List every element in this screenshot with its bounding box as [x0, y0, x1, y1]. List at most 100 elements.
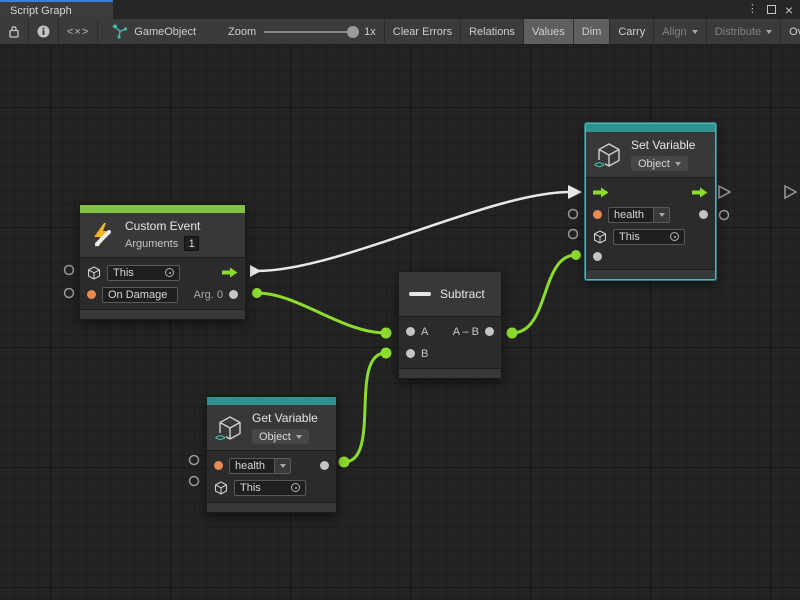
node-title: Subtract	[440, 287, 485, 302]
scope-dropdown[interactable]: Object	[631, 156, 688, 171]
b-port-dot[interactable]	[406, 349, 415, 358]
overview-button[interactable]: Overv	[781, 19, 800, 44]
code-view-button[interactable]: <×>	[59, 19, 97, 44]
lock-button[interactable]	[0, 19, 28, 44]
carry-button[interactable]: Carry	[610, 19, 653, 44]
a-port-dot[interactable]	[406, 327, 415, 336]
wire-control-custom-event-to-set-variable[interactable]	[257, 192, 570, 271]
port-circle-setvariable-target[interactable]	[569, 230, 578, 239]
custom-event-ports: This On Damage Arg. 0	[80, 258, 245, 309]
a-port-label: A	[421, 326, 428, 338]
flow-output-arrow-icon[interactable]	[222, 267, 238, 278]
variable-name-value: health	[608, 207, 654, 223]
variable-name-dropdown[interactable]: health	[229, 458, 291, 474]
port-circle-customevent-target[interactable]	[65, 266, 74, 275]
b-port-label: B	[421, 348, 428, 360]
cube-icon	[87, 266, 101, 280]
arg0-port-dot[interactable]	[229, 290, 238, 299]
port-circle-customevent-name[interactable]	[65, 289, 74, 298]
variable-name-value: health	[229, 458, 275, 474]
arguments-value-field[interactable]: 1	[184, 236, 199, 251]
object-picker-icon[interactable]	[165, 268, 174, 277]
scope-value: Object	[638, 158, 670, 170]
subtract-ports: A A – B B	[399, 317, 501, 368]
target-value: This	[240, 482, 261, 494]
variable-name-dropdown[interactable]: health	[608, 207, 670, 223]
gameobject-label: GameObject	[134, 26, 196, 38]
flow-output-arrow-icon[interactable]	[692, 187, 708, 198]
scope-dropdown[interactable]: Object	[252, 429, 309, 444]
caret-down-icon	[659, 213, 665, 217]
target-field[interactable]: This	[107, 265, 180, 281]
zoom-label: Zoom	[228, 26, 256, 38]
relations-button[interactable]: Relations	[461, 19, 523, 44]
variable-name-row: health	[207, 456, 336, 475]
port-circle-getvariable-target[interactable]	[190, 477, 199, 486]
value-port-dot[interactable]	[214, 461, 223, 470]
port-circle-setvariable-name[interactable]	[569, 210, 578, 219]
flow-input-arrow-icon[interactable]	[593, 187, 609, 198]
port-dot-subtract-a-in[interactable]	[381, 328, 392, 339]
output-port-label: A – B	[453, 326, 479, 338]
value-port-dot[interactable]	[87, 290, 96, 299]
port-dot-getvariable-out[interactable]	[339, 457, 350, 468]
port-triangle-offscreen[interactable]	[785, 186, 796, 198]
close-icon[interactable]: ×	[785, 3, 793, 17]
graph-icon	[112, 24, 128, 39]
port-circle-getvariable-name[interactable]	[190, 456, 199, 465]
node-title: Custom Event	[125, 219, 200, 234]
wire-value-getvariable-to-subtract-b[interactable]	[344, 353, 386, 462]
zoom-slider[interactable]	[264, 31, 356, 33]
zoom-slider-thumb[interactable]	[347, 26, 359, 38]
wire-value-subtract-to-setvariable[interactable]	[512, 255, 576, 333]
port-dot-subtract-b-in[interactable]	[381, 348, 392, 359]
align-label: Align	[662, 26, 686, 38]
caret-down-icon	[296, 435, 302, 439]
object-picker-icon[interactable]	[670, 232, 679, 241]
scope-value: Object	[259, 431, 291, 443]
port-dot-setvariable-value-in[interactable]	[571, 250, 581, 260]
port-dot-subtract-out[interactable]	[507, 328, 518, 339]
info-button[interactable]	[29, 19, 58, 44]
port-dot-arg0-out[interactable]	[252, 288, 262, 298]
align-dropdown[interactable]: Align	[654, 19, 705, 44]
value-port-dot[interactable]	[593, 210, 602, 219]
node-footer	[80, 309, 245, 319]
maximize-icon[interactable]	[767, 5, 776, 14]
target-field[interactable]: This	[234, 480, 306, 496]
object-picker-icon[interactable]	[291, 483, 300, 492]
dropdown-button[interactable]	[275, 458, 291, 474]
value-out-port-dot[interactable]	[699, 210, 708, 219]
target-field[interactable]: This	[613, 229, 685, 245]
dropdown-button[interactable]	[654, 207, 670, 223]
window-menu-icon[interactable]: ⋮	[747, 4, 758, 15]
cube-icon	[593, 230, 607, 244]
control-output-triangle[interactable]	[250, 265, 261, 277]
gameobject-reference[interactable]: GameObject	[112, 24, 196, 39]
arg0-label: Arg. 0	[194, 289, 223, 301]
graph-toolbar: <×> GameObject Zoom 1x Clear Errors Rela…	[0, 19, 800, 45]
port-circle-setvariable-value-out[interactable]	[720, 211, 729, 220]
wire-value-arg0-to-subtract-a[interactable]	[257, 293, 386, 333]
node-footer	[399, 368, 501, 378]
node-footer	[207, 502, 336, 512]
custom-event-header: Custom Event Arguments 1	[80, 213, 245, 258]
event-name-field[interactable]: On Damage	[102, 287, 178, 303]
output-port-dot[interactable]	[485, 327, 494, 336]
value-out-port-dot[interactable]	[320, 461, 329, 470]
variable-brackets-icon: <>	[214, 433, 226, 444]
set-variable-header: <> Set Variable Object	[586, 132, 715, 178]
port-triangle-setvariable-flow-out[interactable]	[719, 186, 730, 198]
flow-port-row	[586, 183, 715, 202]
clear-errors-button[interactable]: Clear Errors	[385, 19, 460, 44]
value-in-port-dot[interactable]	[593, 252, 602, 261]
get-variable-node[interactable]: <> Get Variable Object health	[206, 396, 337, 513]
distribute-dropdown[interactable]: Distribute	[707, 19, 780, 44]
subtract-node[interactable]: Subtract A A – B B	[398, 271, 502, 379]
tab-script-graph[interactable]: Script Graph	[0, 0, 113, 19]
get-variable-header: <> Get Variable Object	[207, 405, 336, 451]
dim-button[interactable]: Dim	[574, 19, 610, 44]
custom-event-node[interactable]: Custom Event Arguments 1 This	[79, 204, 246, 320]
set-variable-node[interactable]: <> Set Variable Object	[585, 123, 716, 280]
values-button[interactable]: Values	[524, 19, 573, 44]
